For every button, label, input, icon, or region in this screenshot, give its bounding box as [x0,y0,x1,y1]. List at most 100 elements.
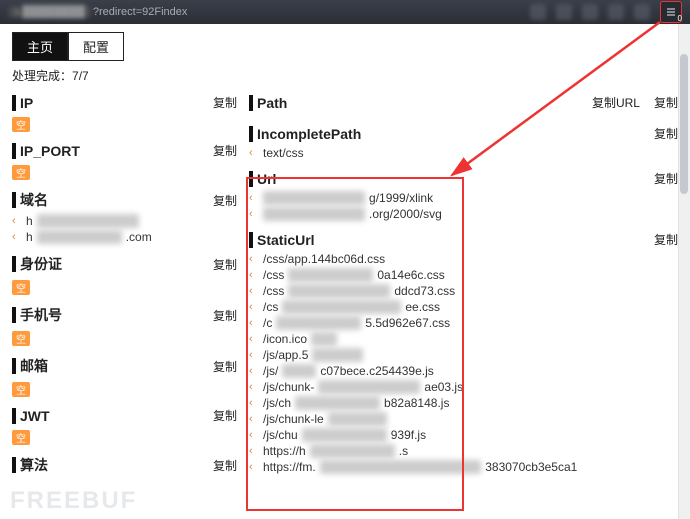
value-text: .org/2000/svg [369,207,442,221]
value-text: /js/ch [263,396,291,410]
value-text: /c [263,316,272,330]
list-item[interactable]: ‹/c██████████5.5d962e67.css [249,316,678,330]
title-bar-icon [12,358,16,374]
copy-button[interactable]: 复制 [213,142,237,159]
section-title-text: IP_PORT [20,143,80,159]
toolbar-icon[interactable] [582,4,598,20]
copy-group: 复制 [213,457,237,474]
list-item[interactable]: ‹text/css [249,146,678,160]
watermark: FREEBUF [10,487,137,515]
value-obscured: ████ [282,364,316,378]
chevron-left-icon: ‹ [249,269,259,281]
title-bar-icon [249,232,253,248]
section-header: IP_PORT 复制 [12,142,237,159]
section-title: 身份证 [12,254,62,274]
section-title-text: 邮箱 [20,356,48,376]
copy-button[interactable]: 复制 [654,94,678,111]
copy-button[interactable]: 复制 [213,407,237,424]
chevron-left-icon: ‹ [249,397,259,409]
section-title-text: Path [257,95,287,111]
value-obscured: ██████████ [310,444,395,458]
value-list: ‹h████████████ ‹h██████████.com [12,214,237,244]
chevron-left-icon: ‹ [249,285,259,297]
copy-group: 复制 [654,125,678,142]
chevron-left-icon: ‹ [249,192,259,204]
tab-home[interactable]: 主页 [12,32,68,61]
tab-config[interactable]: 配置 [68,32,124,61]
value-text: ddcd73.css [394,284,455,298]
list-item[interactable]: ‹h██████████.com [12,230,237,244]
toolbar-icon[interactable] [634,4,650,20]
section-header: 身份证 复制 [12,254,237,274]
list-item[interactable]: ‹https://h██████████.s [249,444,678,458]
title-bar-icon [12,457,16,473]
section-header: 算法 复制 [12,455,237,475]
section-title: IncompletePath [249,126,361,142]
value-text: 5.5d962e67.css [365,316,450,330]
chevron-left-icon: ‹ [12,215,22,227]
chevron-left-icon: ‹ [249,429,259,441]
toolbar-icon[interactable] [556,4,572,20]
section-header: JWT复制 [12,407,237,424]
value-text: /icon.ico [263,332,307,346]
chevron-left-icon: ‹ [249,301,259,313]
section-header: 手机号复制 [12,305,237,325]
value-text: .s [399,444,408,458]
list-item[interactable]: ‹/css████████████ddcd73.css [249,284,678,298]
list-item[interactable]: ‹/js/chunk-le███████ [249,412,678,426]
list-item[interactable]: ‹https://fm.███████████████████383070cb3… [249,460,678,474]
list-item[interactable]: ‹/icon.ico███ [249,332,678,346]
title-bar-icon [12,256,16,272]
value-text: 939f.js [391,428,426,442]
section: IP_PORT复制空 [12,142,237,180]
list-item[interactable]: ‹████████████.org/2000/svg [249,207,678,221]
extension-icon[interactable]: 0 [660,1,682,23]
column-left: IP复制空IP_PORT复制空域名复制‹h████████████‹h█████… [12,94,237,489]
empty-badge: 空 [12,280,30,295]
toolbar-icon[interactable] [608,4,624,20]
top-icons: 0 [530,1,682,23]
section-header: IP复制 [12,94,237,111]
copy-button[interactable]: 复制 [213,94,237,111]
value-obscured: ██████████████ [282,300,401,314]
scrollbar-thumb[interactable] [680,54,688,194]
section: StaticUrl复制‹/css/app.144bc06d.css‹/css██… [249,231,678,474]
scrollbar-track[interactable] [678,24,690,519]
value-obscured: ██████████ [276,316,361,330]
copy-url-button[interactable]: 复制URL [592,94,640,111]
value-text: .com [126,230,152,244]
copy-button[interactable]: 复制 [654,170,678,187]
chevron-left-icon: ‹ [249,445,259,457]
value-text: c07bece.c254439e.js [320,364,433,378]
chevron-left-icon: ‹ [249,365,259,377]
empty-badge: 空 [12,382,30,397]
toolbar-icon[interactable] [530,4,546,20]
copy-button[interactable]: 复制 [213,256,237,273]
copy-group: 复制 [213,307,237,324]
copy-button[interactable]: 复制 [213,358,237,375]
section-header: 域名复制 [12,190,237,210]
list-item[interactable]: ‹/js/████c07bece.c254439e.js [249,364,678,378]
list-item[interactable]: ‹/js/chunk-████████████ae03.js [249,380,678,394]
copy-button[interactable]: 复制 [213,457,237,474]
copy-button[interactable]: 复制 [654,125,678,142]
copy-button[interactable]: 复制 [213,307,237,324]
extension-badge: 0 [678,14,682,23]
copy-button[interactable]: 复制 [654,231,678,248]
copy-button[interactable]: 复制 [213,192,237,209]
title-bar-icon [249,95,253,111]
list-item[interactable]: ‹h████████████ [12,214,237,228]
list-item[interactable]: ‹/css██████████0a14e6c.css [249,268,678,282]
section: Path 复制URL 复制 [249,94,678,115]
list-item[interactable]: ‹/js/chu██████████939f.js [249,428,678,442]
section-title-text: 算法 [20,455,48,475]
list-item[interactable]: ‹/js/app.5██████ [249,348,678,362]
chevron-left-icon: ‹ [249,349,259,361]
chevron-left-icon: ‹ [249,208,259,220]
list-item[interactable]: ‹/js/ch██████████b82a8148.js [249,396,678,410]
section: 身份证 复制空 [12,254,237,295]
list-item[interactable]: ‹/cs██████████████ee.css [249,300,678,314]
list-item[interactable]: ‹████████████g/1999/xlink [249,191,678,205]
chevron-left-icon: ‹ [249,461,259,473]
list-item[interactable]: ‹/css/app.144bc06d.css [249,252,678,266]
